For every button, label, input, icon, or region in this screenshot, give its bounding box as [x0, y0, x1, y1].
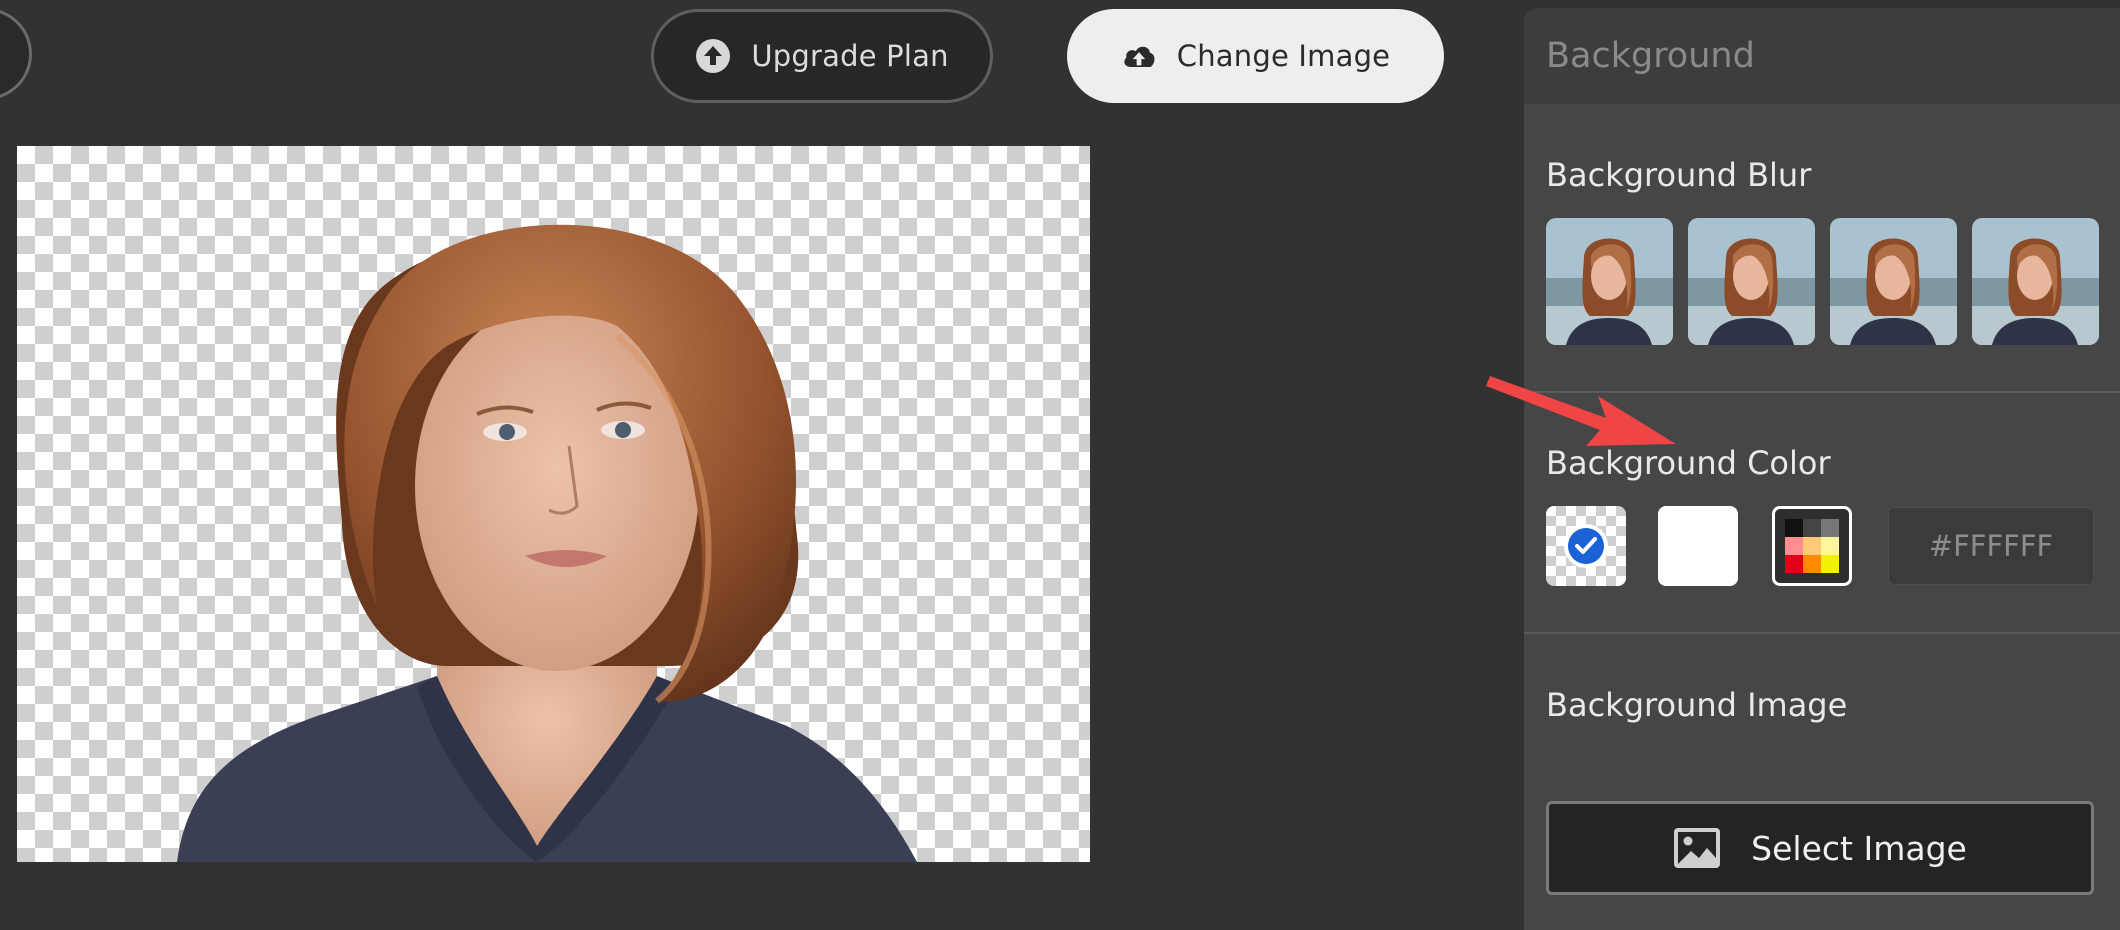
panel-title: Background — [1546, 36, 1755, 76]
menu-circle-button[interactable] — [0, 8, 32, 100]
settings-panel: Background Background Blur Background Co… — [1524, 8, 2120, 930]
blur-thumbnail-2[interactable] — [1688, 218, 1815, 345]
annotation-arrow-icon — [1486, 376, 1676, 446]
select-image-button[interactable]: Select Image — [1546, 801, 2094, 895]
transparent-swatch[interactable] — [1546, 506, 1626, 586]
upgrade-plan-label: Upgrade Plan — [751, 39, 949, 73]
background-image-title: Background Image — [1546, 686, 1848, 724]
cloud-upload-icon — [1121, 38, 1157, 74]
change-image-button[interactable]: Change Image — [1067, 9, 1444, 103]
change-image-label: Change Image — [1176, 39, 1391, 73]
hex-color-input[interactable]: #FFFFFF — [1888, 507, 2094, 585]
blur-thumbnail-3[interactable] — [1830, 218, 1957, 345]
panel-header: Background — [1524, 8, 2120, 104]
image-icon — [1673, 827, 1721, 869]
white-swatch[interactable] — [1658, 506, 1738, 586]
blur-thumbnail-1[interactable] — [1546, 218, 1673, 345]
hex-color-placeholder: #FFFFFF — [1928, 529, 2054, 563]
subject-cutout-image — [177, 224, 917, 862]
select-image-label: Select Image — [1751, 828, 1967, 868]
checkmark-icon — [1564, 524, 1608, 568]
arrow-up-circle-icon — [695, 38, 731, 74]
color-palette-icon — [1785, 519, 1839, 573]
background-blur-title: Background Blur — [1546, 156, 1812, 194]
color-picker-swatch[interactable] — [1772, 506, 1852, 586]
upgrade-plan-button[interactable]: Upgrade Plan — [651, 9, 993, 103]
image-canvas[interactable] — [17, 146, 1090, 862]
section-divider — [1524, 632, 2120, 634]
blur-thumbnail-4[interactable] — [1972, 218, 2099, 345]
